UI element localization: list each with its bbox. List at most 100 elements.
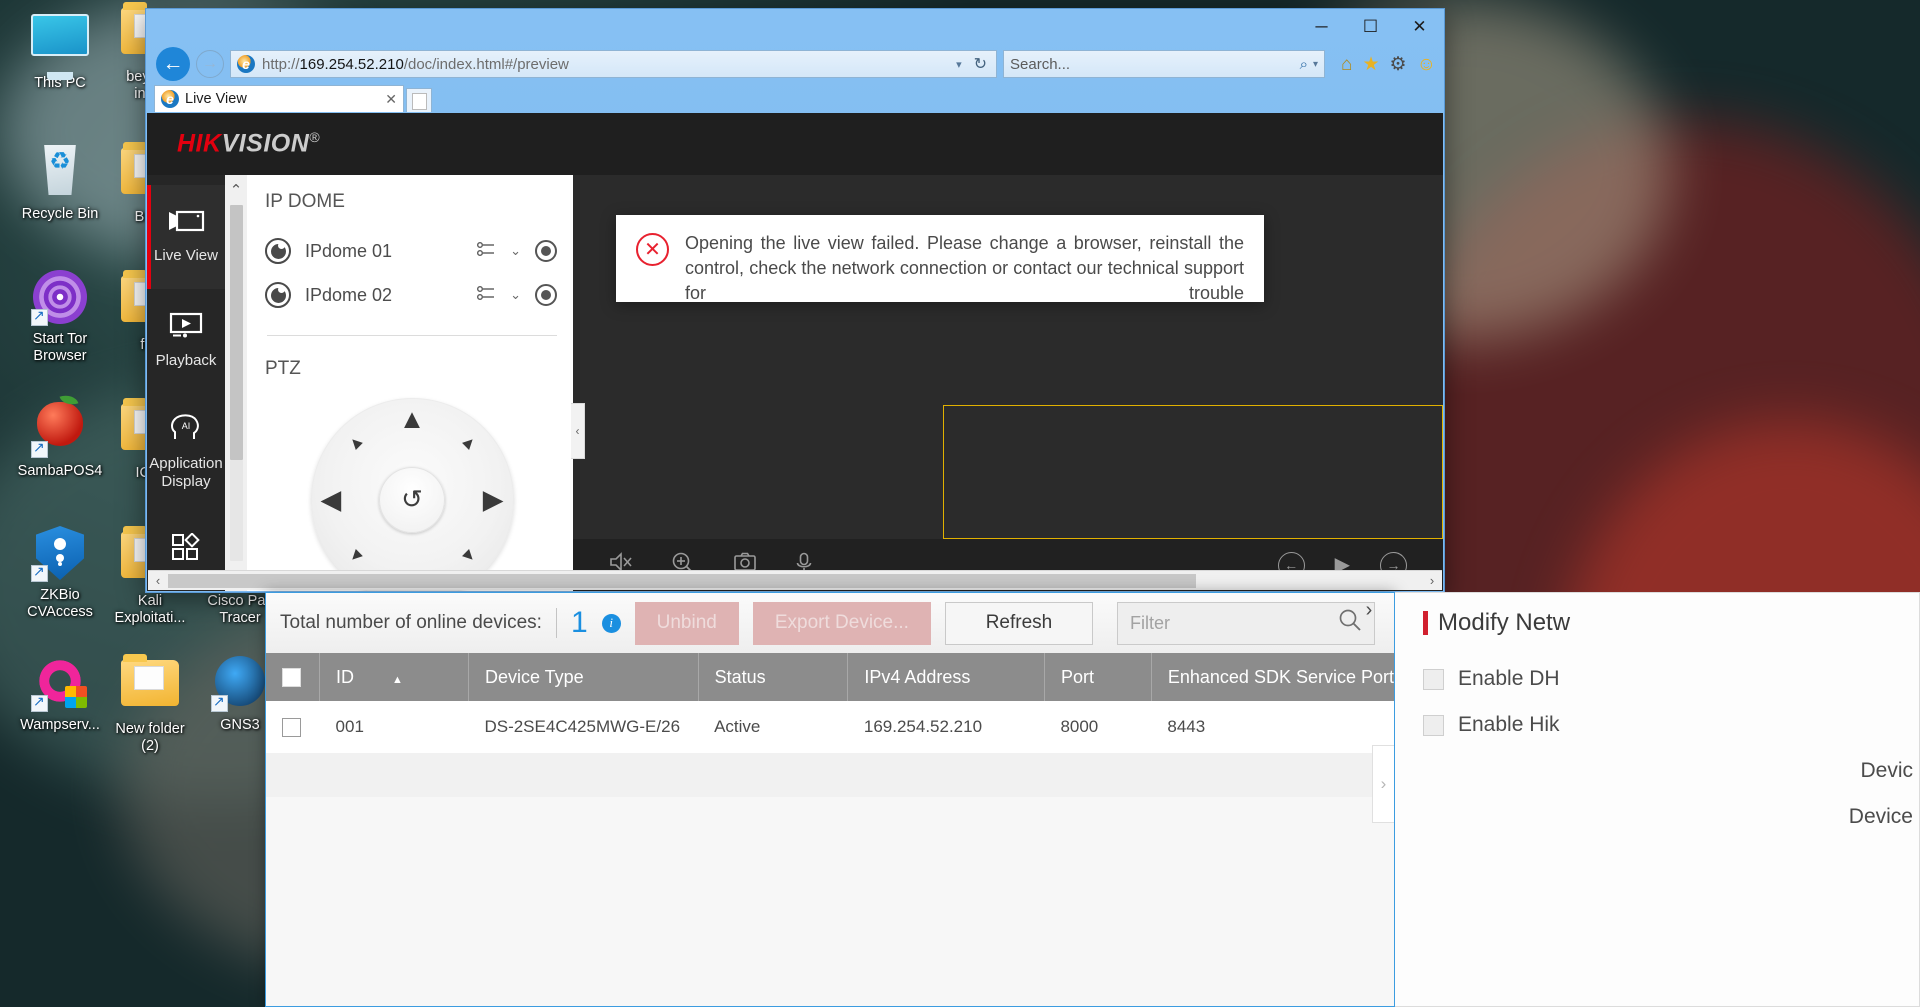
browser-search-box[interactable]: Search... ⌕ ▾ <box>1003 50 1325 78</box>
panel-collapse-handle[interactable]: ‹ <box>571 403 585 459</box>
ptz-direction-pad[interactable]: ▲ ▼ ◀ ▶ ▲ ▲ ▲ ▲ ↺ <box>311 398 514 591</box>
enable-hik-connect-checkbox[interactable] <box>1423 715 1444 736</box>
hikvision-logo: HIKVISION® <box>177 129 320 158</box>
desktop-icon[interactable]: SambaPOS4 <box>8 396 112 480</box>
scroll-right-icon[interactable]: › <box>1422 573 1442 588</box>
desktop-icon[interactable]: Recycle Bin <box>8 140 112 223</box>
desktop-icon[interactable]: Start Tor Browser <box>8 268 112 365</box>
scrollbar-thumb[interactable] <box>230 205 243 460</box>
refresh-icon[interactable]: ↻ <box>974 54 990 74</box>
sidebar-label-application-display: Application Display <box>149 455 222 491</box>
chevron-down-icon[interactable]: ⌄ <box>510 243 521 259</box>
sidebar-item-playback[interactable]: Playback <box>147 289 225 393</box>
address-bar[interactable]: http://169.254.52.210/doc/index.html#/pr… <box>230 50 997 78</box>
camera-name: IPdome 01 <box>305 241 462 262</box>
address-bar-url: http://169.254.52.210/doc/index.html#/pr… <box>262 56 944 73</box>
column-header-enhanced-sdk-service-port[interactable]: Enhanced SDK Service Port <box>1151 653 1394 701</box>
ptz-right-button[interactable]: ▶ <box>483 486 504 513</box>
selected-video-window[interactable] <box>943 405 1443 539</box>
enable-dhcp-row[interactable]: Enable DH <box>1423 667 1919 691</box>
table-header-row: ID▲ Device Type Status IPv4 Address Port… <box>266 653 1394 701</box>
desktop-icon-label: Recycle Bin <box>8 206 112 223</box>
hscroll-thumb[interactable] <box>168 574 1196 588</box>
info-icon[interactable]: i <box>602 614 621 633</box>
pc-icon <box>29 14 91 72</box>
address-dropdown-icon[interactable]: ▾ <box>951 58 967 71</box>
shortcut-overlay-icon <box>31 441 48 458</box>
close-button[interactable]: ✕ <box>1395 9 1444 45</box>
scroll-left-icon[interactable]: ‹ <box>148 573 168 588</box>
camera-list-item[interactable]: IPdome 01 ⌄ <box>265 229 559 273</box>
camera-list-item[interactable]: IPdome 02 ⌄ <box>265 273 559 317</box>
desktop-icon[interactable]: Wampserv... <box>8 652 112 734</box>
smiley-feedback-icon[interactable]: ☺ <box>1417 55 1436 74</box>
online-devices-label: Total number of online devices: <box>280 612 542 634</box>
column-header-ipv4-address[interactable]: IPv4 Address <box>848 653 1045 701</box>
sadp-panel-expand-handle[interactable]: › <box>1372 745 1394 823</box>
desktop-icon[interactable]: ZKBio CVAccess <box>8 524 112 621</box>
filter-search-box[interactable]: Filter <box>1117 602 1375 645</box>
minimize-button[interactable]: ─ <box>1297 9 1346 45</box>
sadp-device-table: ID▲ Device Type Status IPv4 Address Port… <box>266 653 1394 797</box>
table-row[interactable]: 001 DS-2SE4C425MWG-E/26 Active 169.254.5… <box>266 701 1394 753</box>
tab-live-view[interactable]: Live View ✕ <box>154 85 404 112</box>
search-dropdown-icon[interactable]: ▾ <box>1308 59 1318 70</box>
forward-button[interactable]: → <box>196 50 224 78</box>
sort-ascending-icon[interactable]: ▲ <box>354 674 403 686</box>
scrollbar-track <box>230 460 243 561</box>
tab-close-icon[interactable]: ✕ <box>385 91 397 108</box>
folder-icon <box>119 660 181 718</box>
favorites-star-icon[interactable]: ★ <box>1363 55 1380 74</box>
stream-switch-icon[interactable] <box>476 285 496 305</box>
ptz-down-left-button[interactable]: ▲ <box>343 545 367 569</box>
sadp-window: Total number of online devices: 1 i Unbi… <box>265 592 1395 1007</box>
sidebar-item-live-view[interactable]: Live View <box>147 185 225 289</box>
stream-switch-icon[interactable] <box>476 241 496 261</box>
search-icon[interactable]: ⌕ <box>1300 56 1308 73</box>
desktop-icon[interactable]: This PC <box>8 8 112 92</box>
settings-gear-icon[interactable]: ⚙ <box>1390 55 1407 74</box>
column-header-status[interactable]: Status <box>698 653 848 701</box>
enable-hik-connect-row[interactable]: Enable Hik <box>1423 713 1919 737</box>
channel-panel-scrollbar[interactable]: ⌃ ⌄ <box>225 175 247 591</box>
wamp-icon <box>29 656 91 714</box>
search-input[interactable]: Search... <box>1010 56 1300 73</box>
chevron-down-icon[interactable]: ⌄ <box>510 287 521 303</box>
home-icon[interactable]: ⌂ <box>1341 55 1352 74</box>
ptz-control-wrap: ▲ ▼ ◀ ▶ ▲ ▲ ▲ ▲ ↺ <box>265 398 559 591</box>
record-icon[interactable] <box>535 284 557 306</box>
maximize-button[interactable]: ☐ <box>1346 9 1395 45</box>
panel-expand-top-icon[interactable]: › <box>1356 597 1382 623</box>
column-header-port[interactable]: Port <box>1044 653 1151 701</box>
filter-input[interactable]: Filter <box>1130 613 1338 634</box>
select-all-header[interactable] <box>266 653 320 701</box>
page-horizontal-scrollbar[interactable]: ‹ › <box>148 570 1442 590</box>
hscroll-track[interactable] <box>168 574 1422 588</box>
ptz-up-right-button[interactable]: ▲ <box>457 431 481 455</box>
row-select-cell[interactable] <box>266 701 320 753</box>
row-checkbox[interactable] <box>282 718 301 737</box>
desktop-icon-label: SambaPOS4 <box>8 463 112 480</box>
cell-id: 001 <box>320 701 469 753</box>
error-dialog-message: Opening the live view failed. Please cha… <box>685 231 1244 302</box>
ptz-down-right-button[interactable]: ▲ <box>457 545 481 569</box>
ptz-left-button[interactable]: ◀ <box>321 486 342 513</box>
export-device-button[interactable]: Export Device... <box>753 602 931 645</box>
enable-dhcp-checkbox[interactable] <box>1423 669 1444 690</box>
select-all-checkbox[interactable] <box>282 668 301 687</box>
unbind-button[interactable]: Unbind <box>635 602 739 645</box>
back-button[interactable]: ← <box>156 47 190 81</box>
ptz-auto-scan-button[interactable]: ↺ <box>379 467 445 533</box>
record-icon[interactable] <box>535 240 557 262</box>
ptz-up-left-button[interactable]: ▲ <box>343 431 367 455</box>
cell-device-type: DS-2SE4C425MWG-E/26 <box>468 701 698 753</box>
svg-text:AI: AI <box>182 421 191 431</box>
ptz-up-button[interactable]: ▲ <box>399 406 426 433</box>
column-header-device-type[interactable]: Device Type <box>468 653 698 701</box>
refresh-button[interactable]: Refresh <box>945 602 1093 645</box>
sidebar-item-application-display[interactable]: AI Application Display <box>147 393 225 511</box>
column-header-id[interactable]: ID▲ <box>320 653 469 701</box>
new-tab-button[interactable] <box>406 88 432 112</box>
desktop-icon[interactable]: New folder (2) <box>98 652 202 755</box>
scroll-up-icon[interactable]: ⌃ <box>230 175 243 205</box>
